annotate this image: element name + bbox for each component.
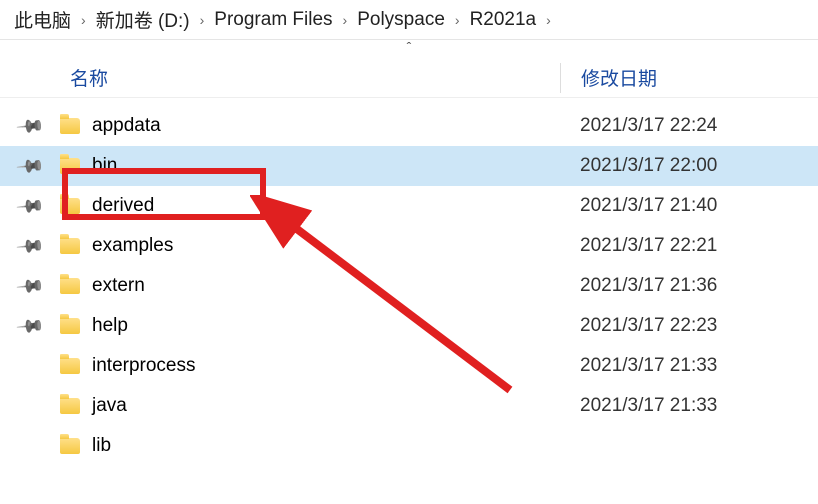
breadcrumb-item-4[interactable]: R2021a xyxy=(470,9,537,31)
folder-icon xyxy=(60,278,86,294)
chevron-right-icon[interactable]: › xyxy=(455,12,460,28)
folder-row-appdata[interactable]: 📌 appdata2021/3/17 22:24 xyxy=(0,106,818,146)
breadcrumb-item-3[interactable]: Polyspace xyxy=(357,9,445,31)
column-header-name[interactable]: 名称 xyxy=(0,64,560,91)
folder-row-help[interactable]: 📌 help2021/3/17 22:23 xyxy=(0,306,818,346)
columns-header: 名称 修改日期 xyxy=(0,58,818,98)
folder-row-bin[interactable]: 📌 bin2021/3/17 22:00 xyxy=(0,146,818,186)
breadcrumb-item-2[interactable]: Program Files xyxy=(214,9,332,31)
chevron-right-icon[interactable]: › xyxy=(546,12,551,28)
folder-icon xyxy=(60,238,86,254)
folder-date: 2021/3/17 21:33 xyxy=(560,355,818,377)
folder-date: 2021/3/17 22:24 xyxy=(560,115,818,137)
folder-row-java[interactable]: java2021/3/17 21:33 xyxy=(0,386,818,426)
folder-date: 2021/3/17 21:36 xyxy=(560,275,818,297)
chevron-right-icon[interactable]: › xyxy=(343,12,348,28)
folder-name[interactable]: derived xyxy=(86,195,560,217)
folder-row-interprocess[interactable]: interprocess2021/3/17 21:33 xyxy=(0,346,818,386)
breadcrumb-item-0[interactable]: 此电脑 xyxy=(14,6,71,33)
folder-date: 2021/3/17 22:00 xyxy=(560,155,818,177)
sort-indicator-icon[interactable]: ˆ xyxy=(0,40,818,58)
folder-name[interactable]: interprocess xyxy=(86,355,560,377)
folder-icon xyxy=(60,118,86,134)
folder-date: 2021/3/17 21:40 xyxy=(560,195,818,217)
folder-name[interactable]: extern xyxy=(86,275,560,297)
folder-row-extern[interactable]: 📌 extern2021/3/17 21:36 xyxy=(0,266,818,306)
pin-icon[interactable]: 📌 xyxy=(0,276,60,297)
chevron-right-icon[interactable]: › xyxy=(200,12,205,28)
folder-name[interactable]: java xyxy=(86,395,560,417)
folder-date: 2021/3/17 22:23 xyxy=(560,315,818,337)
pin-icon[interactable]: 📌 xyxy=(0,156,60,177)
folder-row-lib[interactable]: lib xyxy=(0,426,818,466)
folder-icon xyxy=(60,398,86,414)
file-list: 📌appdata2021/3/17 22:24📌bin2021/3/17 22:… xyxy=(0,106,818,466)
folder-icon xyxy=(60,198,86,214)
breadcrumb-item-1[interactable]: 新加卷 (D:) xyxy=(96,6,190,33)
pin-icon[interactable]: 📌 xyxy=(0,316,60,337)
folder-date: 2021/3/17 21:33 xyxy=(560,395,818,417)
folder-name[interactable]: bin xyxy=(86,155,560,177)
folder-icon xyxy=(60,358,86,374)
pin-icon[interactable]: 📌 xyxy=(0,236,60,257)
pin-icon[interactable]: 📌 xyxy=(0,196,60,217)
folder-name[interactable]: examples xyxy=(86,235,560,257)
folder-name[interactable]: appdata xyxy=(86,115,560,137)
folder-icon xyxy=(60,438,86,454)
column-header-date[interactable]: 修改日期 xyxy=(561,64,818,91)
folder-icon xyxy=(60,318,86,334)
folder-name[interactable]: help xyxy=(86,315,560,337)
folder-icon xyxy=(60,158,86,174)
breadcrumb[interactable]: 此电脑 › 新加卷 (D:) › Program Files › Polyspa… xyxy=(0,0,818,40)
folder-date: 2021/3/17 22:21 xyxy=(560,235,818,257)
folder-row-derived[interactable]: 📌 derived2021/3/17 21:40 xyxy=(0,186,818,226)
chevron-right-icon[interactable]: › xyxy=(81,12,86,28)
pin-icon[interactable]: 📌 xyxy=(0,116,60,137)
folder-row-examples[interactable]: 📌 examples2021/3/17 22:21 xyxy=(0,226,818,266)
folder-name[interactable]: lib xyxy=(86,435,560,457)
